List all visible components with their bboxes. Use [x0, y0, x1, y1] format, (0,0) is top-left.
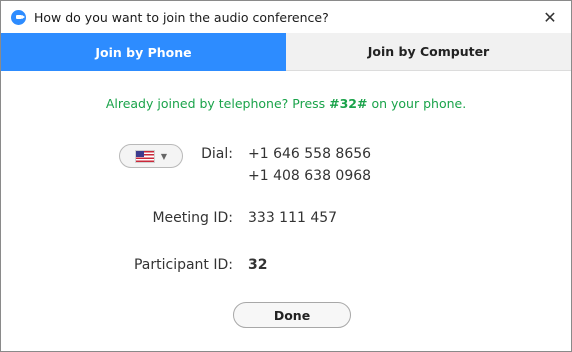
chevron-down-icon: ▼ [160, 151, 168, 161]
join-audio-dialog: How do you want to join the audio confer… [0, 0, 572, 352]
notice-code: #32# [329, 96, 368, 111]
us-flag-icon [134, 149, 155, 163]
zoom-camera-icon [11, 9, 26, 25]
meeting-id-value: 333 111 457 [248, 210, 338, 226]
window-title: How do you want to join the audio confer… [34, 9, 329, 25]
notice-prefix: Already joined by telephone? Press [105, 96, 330, 111]
country-select[interactable]: ▼ [119, 144, 183, 168]
tab-join-by-computer[interactable]: Join by Computer [286, 33, 571, 71]
notice-suffix: on your phone. [367, 96, 467, 111]
tab-join-by-phone[interactable]: Join by Phone [1, 33, 286, 71]
close-icon[interactable]: ✕ [539, 6, 561, 28]
participant-id-label: Participant ID: [133, 257, 233, 273]
title-bar: How do you want to join the audio confer… [1, 1, 571, 33]
participant-id-value: 32 [248, 257, 268, 273]
meeting-id-label: Meeting ID: [152, 210, 233, 226]
done-button[interactable]: Done [233, 302, 351, 328]
already-joined-notice: Already joined by telephone? Press #32# … [1, 96, 571, 111]
tab-bar: Join by Phone Join by Computer [1, 33, 571, 71]
dial-number-2: +1 408 638 0968 [248, 168, 372, 184]
dial-number-1: +1 646 558 8656 [248, 146, 372, 162]
dial-label: Dial: [201, 146, 233, 162]
